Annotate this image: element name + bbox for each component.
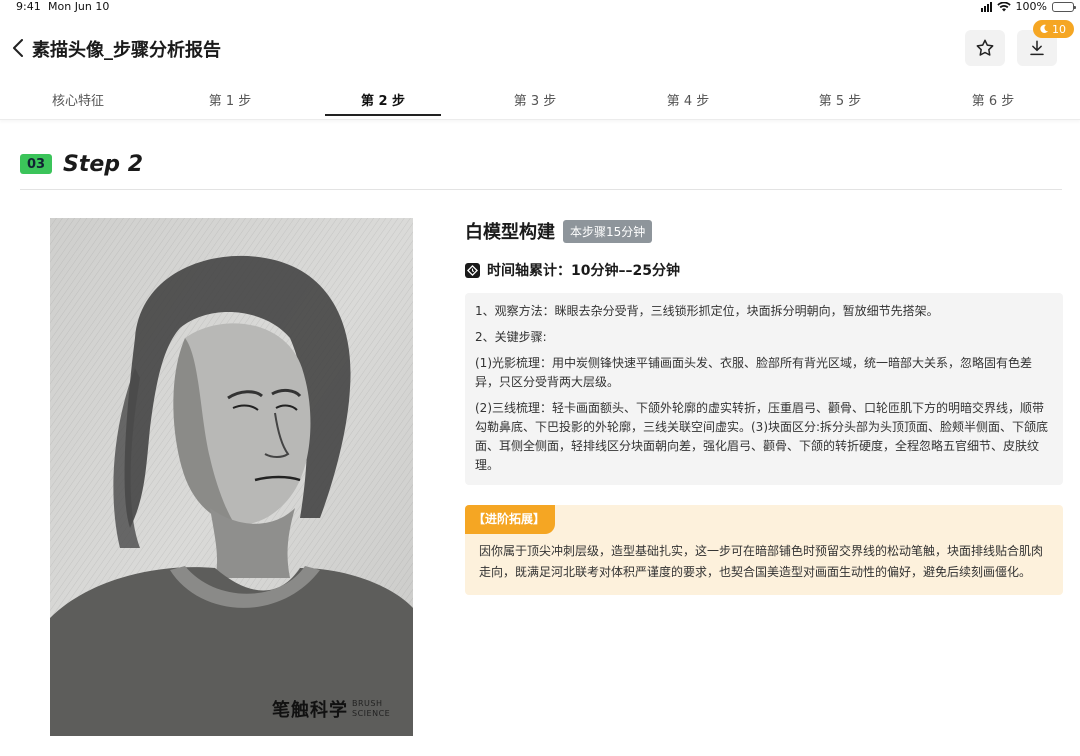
- tab-step-2[interactable]: 第 2 步: [325, 80, 441, 118]
- method-card: 1、观察方法：眯眼去杂分受背，三线锁形抓定位，块面拆分明朝向，暂放细节先搭架。 …: [465, 293, 1063, 485]
- method-key-steps-heading: 2、关键步骤:: [475, 330, 547, 344]
- status-time: 9:41: [16, 0, 41, 13]
- step-label: Step 2: [63, 151, 143, 177]
- stage-title-row: 白模型构建 本步骤15分钟: [465, 218, 1063, 244]
- duration-tag: 本步骤15分钟: [563, 219, 653, 243]
- method-step-lines: (2)三线梳理：轻卡画面额头、下颌外轮廓的虚实转折，压重眉弓、颧骨、口轮匝肌下方…: [475, 401, 1049, 472]
- status-right: 100%: [980, 0, 1076, 13]
- advance-card: 【进阶拓展】 因你属于顶尖冲刺层级，造型基础扎实，这一步可在暗部铺色时预留交界线…: [465, 505, 1063, 595]
- section-divider: [20, 189, 1062, 190]
- step-content: 白模型构建 本步骤15分钟 时间轴累计：10分钟––25分钟 1、观察方法：眯眼…: [465, 218, 1063, 595]
- tab-step-3[interactable]: 第 3 步: [477, 80, 593, 118]
- page-title: 素描头像_步骤分析报告: [32, 40, 221, 61]
- watermark-en: BRUSH SCIENCE: [352, 699, 391, 718]
- battery-percent: 100%: [1015, 0, 1047, 13]
- back-icon[interactable]: [8, 34, 28, 62]
- tab-step-5[interactable]: 第 5 步: [782, 80, 898, 118]
- signal-icon: [980, 1, 992, 12]
- stage-title: 白模型构建: [465, 222, 555, 243]
- night-badge[interactable]: 10: [1033, 20, 1074, 38]
- favorite-button[interactable]: [965, 30, 1005, 66]
- method-step-light: (1)光影梳理：用中炭侧锋快速平铺画面头发、衣服、脸部所有背光区域，统一暗部大关…: [475, 356, 1033, 389]
- status-bar: 9:41 Mon Jun 10 100%: [0, 0, 1080, 14]
- battery-icon: [1052, 1, 1076, 12]
- sketch-portrait-image: 笔触科学 BRUSH SCIENCE: [50, 218, 413, 736]
- download-icon: [1030, 40, 1044, 56]
- star-icon: [976, 39, 994, 56]
- step-heading: 03 Step 2: [20, 146, 143, 182]
- wifi-icon: [996, 1, 1011, 12]
- step-tabs: 核心特征 第 1 步 第 2 步 第 3 步 第 4 步 第 5 步 第 6 步: [0, 80, 1080, 120]
- moon-icon: [1040, 24, 1048, 34]
- timeline-row: 时间轴累计：10分钟––25分钟: [465, 260, 1063, 280]
- status-date: Mon Jun 10: [48, 0, 110, 13]
- tab-step-6[interactable]: 第 6 步: [935, 80, 1051, 118]
- tab-step-1[interactable]: 第 1 步: [172, 80, 288, 118]
- method-observe: 1、观察方法：眯眼去杂分受背，三线锁形抓定位，块面拆分明朝向，暂放细节先搭架。: [475, 304, 939, 318]
- watermark-cn: 笔触科学: [272, 700, 348, 721]
- brand-watermark: 笔触科学 BRUSH SCIENCE: [272, 696, 390, 722]
- advance-text: 因你属于顶尖冲刺层级，造型基础扎实，这一步可在暗部铺色时预留交界线的松动笔触，块…: [479, 544, 1044, 579]
- timeline-icon: [465, 262, 480, 278]
- tab-step-4[interactable]: 第 4 步: [630, 80, 746, 118]
- step-number-badge: 03: [20, 154, 52, 174]
- badge-count: 10: [1052, 22, 1066, 36]
- advance-tag: 【进阶拓展】: [465, 505, 556, 534]
- timeline-text: 时间轴累计：10分钟––25分钟: [487, 263, 680, 279]
- header: 素描头像_步骤分析报告 10: [0, 20, 1080, 72]
- tab-core-features[interactable]: 核心特征: [20, 80, 136, 118]
